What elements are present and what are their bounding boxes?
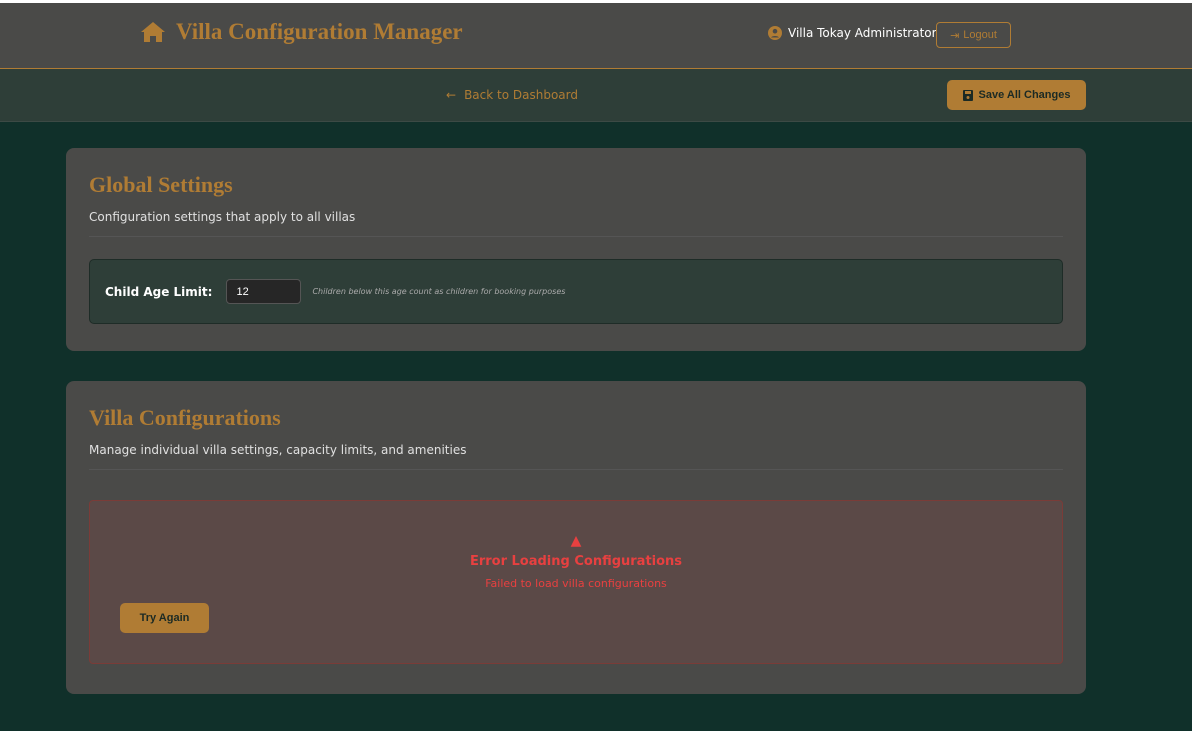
brand: Villa Configuration Manager <box>140 19 463 45</box>
villa-configurations-title: Villa Configurations <box>89 405 281 430</box>
logout-button[interactable]: ⇥ Logout <box>936 22 1011 48</box>
villa-configurations-description: Manage individual villa settings, capaci… <box>89 443 1063 470</box>
save-label: Save All Changes <box>978 89 1071 101</box>
error-panel: ▲ Error Loading Configurations Failed to… <box>89 500 1063 664</box>
error-message: Failed to load villa configurations <box>485 577 667 590</box>
save-icon <box>962 89 973 101</box>
app-header: Villa Configuration Manager Villa Tokay … <box>0 3 1192 69</box>
user-name: Villa Tokay Administrator <box>788 26 937 40</box>
villa-configurations-card: Villa Configurations Manage individual v… <box>66 381 1086 694</box>
global-settings-description: Configuration settings that apply to all… <box>89 210 1063 237</box>
arrow-left-icon: ← <box>446 88 457 102</box>
user-info: Villa Tokay Administrator <box>768 26 937 40</box>
child-age-hint: Children below this age count as childre… <box>312 287 566 296</box>
try-again-button[interactable]: Try Again <box>120 603 209 633</box>
user-circle-icon <box>768 26 782 40</box>
child-age-setting: Child Age Limit: Children below this age… <box>89 259 1063 324</box>
app-title: Villa Configuration Manager <box>176 19 463 44</box>
action-bar: ← Back to Dashboard Save All Changes <box>0 69 1192 122</box>
warning-icon: ▲ <box>570 533 582 549</box>
back-label: Back to Dashboard <box>464 88 578 102</box>
logout-label: Logout <box>963 29 997 41</box>
sign-out-icon: ⇥ <box>950 29 960 42</box>
save-all-changes-button[interactable]: Save All Changes <box>947 80 1086 110</box>
global-settings-card: Global Settings Configuration settings t… <box>66 148 1086 351</box>
home-icon <box>141 22 165 42</box>
back-to-dashboard-link[interactable]: ← Back to Dashboard <box>446 88 578 102</box>
global-settings-title: Global Settings <box>89 172 233 197</box>
error-title: Error Loading Configurations <box>469 554 683 569</box>
child-age-input[interactable] <box>226 279 302 304</box>
child-age-label: Child Age Limit: <box>105 284 213 299</box>
